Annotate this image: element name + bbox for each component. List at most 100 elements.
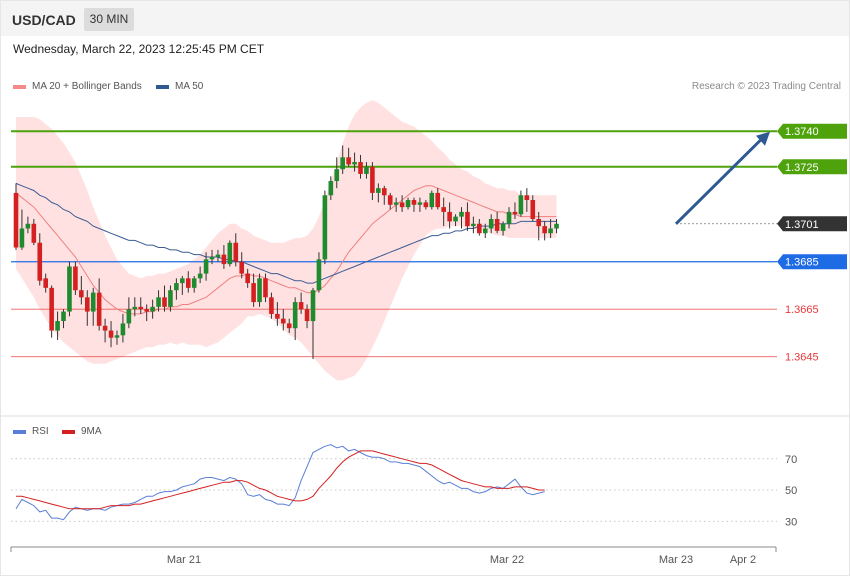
- rsi-tick-30: 30: [785, 516, 797, 528]
- candle-body: [233, 242, 239, 262]
- candle-body: [221, 254, 227, 265]
- candle-body: [322, 195, 328, 260]
- candle-body: [488, 219, 494, 229]
- candle-body: [79, 290, 84, 298]
- candle-body: [90, 292, 96, 312]
- rsi-series-9ma: [16, 450, 545, 510]
- candle-body: [542, 226, 547, 234]
- candle-body: [203, 259, 209, 274]
- price-label-1.3725: 1.3725: [785, 162, 819, 174]
- candle-body: [334, 169, 340, 182]
- candle-body: [453, 216, 458, 222]
- candle-body: [548, 228, 553, 234]
- candle-body: [429, 192, 435, 208]
- candle-body: [108, 330, 114, 338]
- candle-body: [477, 223, 482, 234]
- candle-body: [174, 283, 179, 291]
- candle-body: [269, 297, 274, 314]
- x-tick-label: Apr 2: [730, 554, 756, 566]
- candle-body: [263, 278, 268, 298]
- candle-body: [162, 297, 167, 307]
- candle-body: [227, 242, 233, 265]
- candle-body: [43, 278, 48, 288]
- candle-body: [530, 200, 536, 220]
- candle-body: [61, 311, 66, 322]
- candle-body: [364, 166, 369, 174]
- candle-body: [215, 254, 221, 257]
- candle-body: [417, 202, 423, 205]
- candle-body: [447, 211, 452, 222]
- candle-body: [376, 188, 381, 193]
- candle-body: [209, 256, 215, 260]
- candle-body: [257, 278, 262, 303]
- candle-body: [387, 195, 393, 205]
- price-label-1.3665: 1.3665: [785, 304, 819, 316]
- candle-body: [281, 318, 286, 324]
- forecast-arrow-shaft: [674, 136, 765, 225]
- candle-body: [31, 223, 37, 243]
- candle-body: [120, 323, 126, 336]
- candle-body: [144, 309, 149, 312]
- candle-body: [471, 223, 476, 227]
- candle-body: [423, 202, 429, 208]
- candle-body: [340, 157, 345, 170]
- candle-body: [191, 278, 197, 288]
- candle-body: [251, 283, 256, 303]
- candle-body: [536, 219, 542, 227]
- candle-body: [197, 273, 203, 279]
- candle-body: [13, 192, 19, 248]
- candle-body: [245, 273, 250, 284]
- x-tick-label: Mar 22: [490, 554, 524, 566]
- candle-body: [73, 266, 78, 291]
- candle-body: [25, 223, 31, 229]
- candle-body: [441, 207, 446, 212]
- candle-body: [524, 195, 530, 201]
- candle-body: [185, 278, 191, 288]
- candle-body: [67, 266, 72, 312]
- candle-body: [84, 297, 90, 312]
- price-label-1.3740: 1.3740: [785, 126, 819, 138]
- candle-body: [512, 211, 518, 215]
- candle-body: [150, 306, 155, 312]
- candle-body: [554, 223, 559, 229]
- rsi-tick-70: 70: [785, 454, 797, 466]
- candle-body: [114, 335, 120, 338]
- candle-body: [346, 157, 351, 165]
- candle-body: [435, 192, 441, 208]
- candle-body: [275, 313, 280, 319]
- price-chart-svg: 1.3740 1.3725 1.3701 1.3685 1.3665 1.3645 70 50…: [0, 100, 850, 566]
- candle-body: [316, 259, 322, 291]
- price-label-1.3701: 1.3701: [785, 219, 819, 231]
- candle-body: [304, 309, 310, 322]
- candle-body: [96, 292, 102, 326]
- candle-body: [411, 200, 417, 205]
- candle-body: [459, 211, 464, 217]
- candle-body: [286, 323, 292, 329]
- price-label-1.3685: 1.3685: [785, 257, 819, 269]
- candle-body: [156, 297, 161, 307]
- candle-body: [37, 242, 43, 281]
- candle-body: [168, 290, 173, 307]
- candle-body: [494, 219, 500, 231]
- candle-body: [399, 202, 405, 208]
- candle-body: [292, 302, 298, 329]
- candle-body: [310, 290, 316, 322]
- candle-body: [19, 228, 25, 248]
- rsi-tick-50: 50: [785, 485, 797, 497]
- candle-body: [358, 162, 363, 174]
- candle-body: [102, 325, 108, 331]
- candle-body: [49, 287, 54, 331]
- candle-body: [55, 321, 60, 331]
- candle-body: [180, 278, 185, 284]
- candle-body: [381, 188, 387, 196]
- x-tick-label: Mar 21: [167, 554, 201, 566]
- bollinger-band: [16, 100, 557, 381]
- candle-body: [126, 309, 132, 324]
- candle-body: [506, 211, 512, 224]
- candle-body: [328, 181, 334, 196]
- candle-body: [393, 202, 399, 205]
- candle-body: [352, 162, 357, 165]
- candle-body: [405, 200, 411, 208]
- candle-body: [298, 302, 304, 310]
- price-label-1.3645: 1.3645: [785, 352, 819, 364]
